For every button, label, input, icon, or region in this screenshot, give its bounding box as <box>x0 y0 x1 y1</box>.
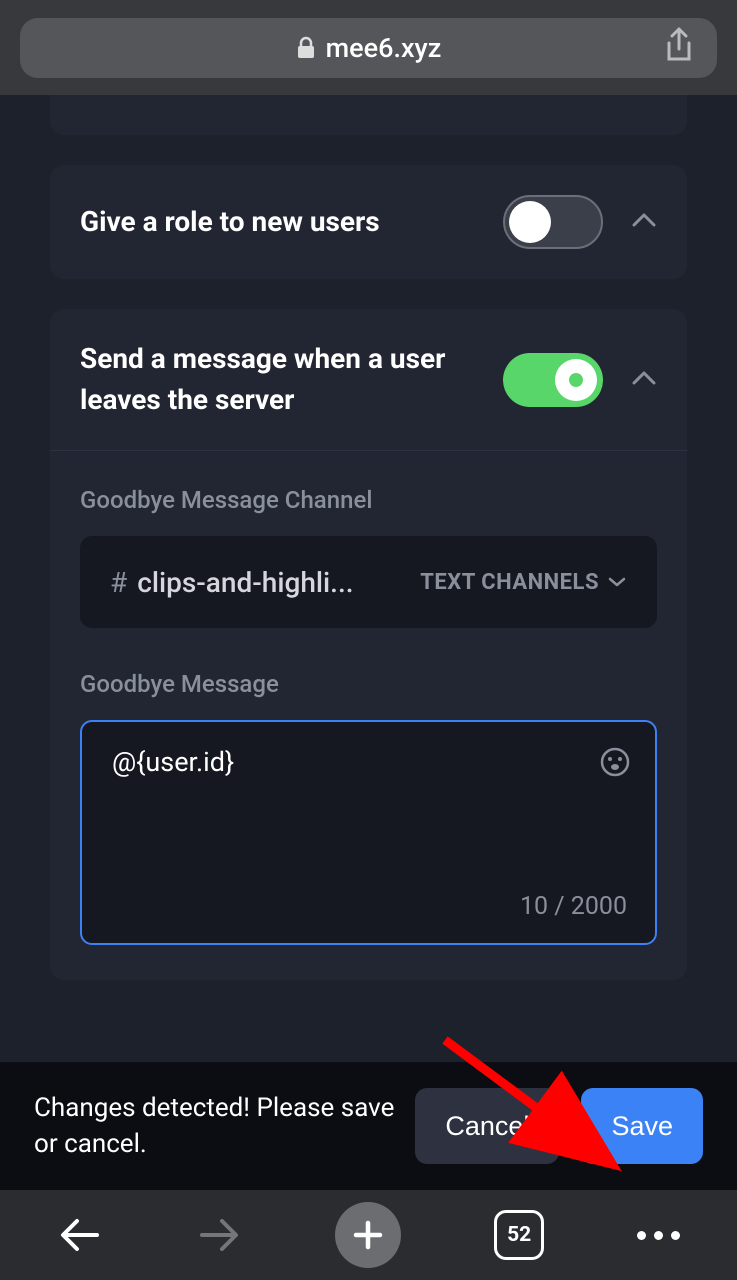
goodbye-body: Goodbye Message Channel # clips-and-high… <box>50 450 687 980</box>
lock-icon <box>296 36 316 60</box>
goodbye-toggle[interactable] <box>503 353 603 407</box>
tabs-button[interactable]: 52 <box>494 1210 544 1260</box>
page-content: Give a role to new users Send a message … <box>0 95 737 1190</box>
toggle-knob <box>509 201 551 243</box>
give-role-card: Give a role to new users <box>50 165 687 279</box>
chevron-up-icon[interactable] <box>631 370 657 390</box>
toggle-knob <box>555 359 597 401</box>
char-count: 10 / 2000 <box>520 892 627 921</box>
give-role-header: Give a role to new users <box>50 165 687 279</box>
chevron-up-icon[interactable] <box>631 212 657 232</box>
back-button[interactable] <box>57 1215 103 1255</box>
more-icon <box>637 1231 680 1240</box>
message-field: Goodbye Message @{user.id} 10 / 2000 <box>80 670 657 945</box>
selected-channel: # clips-and-highli... <box>110 566 420 599</box>
hash-icon: # <box>110 566 127 599</box>
goodbye-title: Send a message when a user leaves the se… <box>80 339 503 420</box>
changes-bar: Changes detected! Please save or cancel.… <box>0 1062 737 1190</box>
channel-label: Goodbye Message Channel <box>80 486 657 514</box>
goodbye-header: Send a message when a user leaves the se… <box>50 309 687 450</box>
channel-name-text: clips-and-highli... <box>137 566 353 599</box>
tab-count-badge: 52 <box>494 1210 544 1260</box>
channel-type-label: TEXT CHANNELS <box>420 570 627 595</box>
new-tab-button[interactable] <box>335 1202 401 1268</box>
browser-top-chrome: mee6.xyz <box>0 0 737 95</box>
goodbye-message-input[interactable]: @{user.id} 10 / 2000 <box>80 720 657 945</box>
give-role-toggle[interactable] <box>503 195 603 249</box>
give-role-title: Give a role to new users <box>80 202 503 243</box>
message-label: Goodbye Message <box>80 670 657 698</box>
address-bar[interactable]: mee6.xyz <box>20 18 717 78</box>
emoji-picker-icon[interactable] <box>599 746 631 782</box>
changes-text: Changes detected! Please save or cancel. <box>34 1090 415 1163</box>
share-icon[interactable] <box>663 27 695 69</box>
channel-select[interactable]: # clips-and-highli... TEXT CHANNELS <box>80 536 657 628</box>
card-stub <box>50 95 687 135</box>
goodbye-card: Send a message when a user leaves the se… <box>50 309 687 980</box>
address-bar-content: mee6.xyz <box>296 32 442 64</box>
url-text: mee6.xyz <box>326 32 442 64</box>
cancel-button[interactable]: Cancel <box>415 1088 559 1164</box>
message-text: @{user.id} <box>112 746 625 778</box>
plus-icon <box>335 1202 401 1268</box>
browser-bottom-nav: 52 <box>0 1190 737 1280</box>
forward-button[interactable] <box>196 1215 242 1255</box>
chevron-down-icon <box>607 576 627 588</box>
menu-button[interactable] <box>637 1231 680 1240</box>
save-button[interactable]: Save <box>581 1088 703 1164</box>
